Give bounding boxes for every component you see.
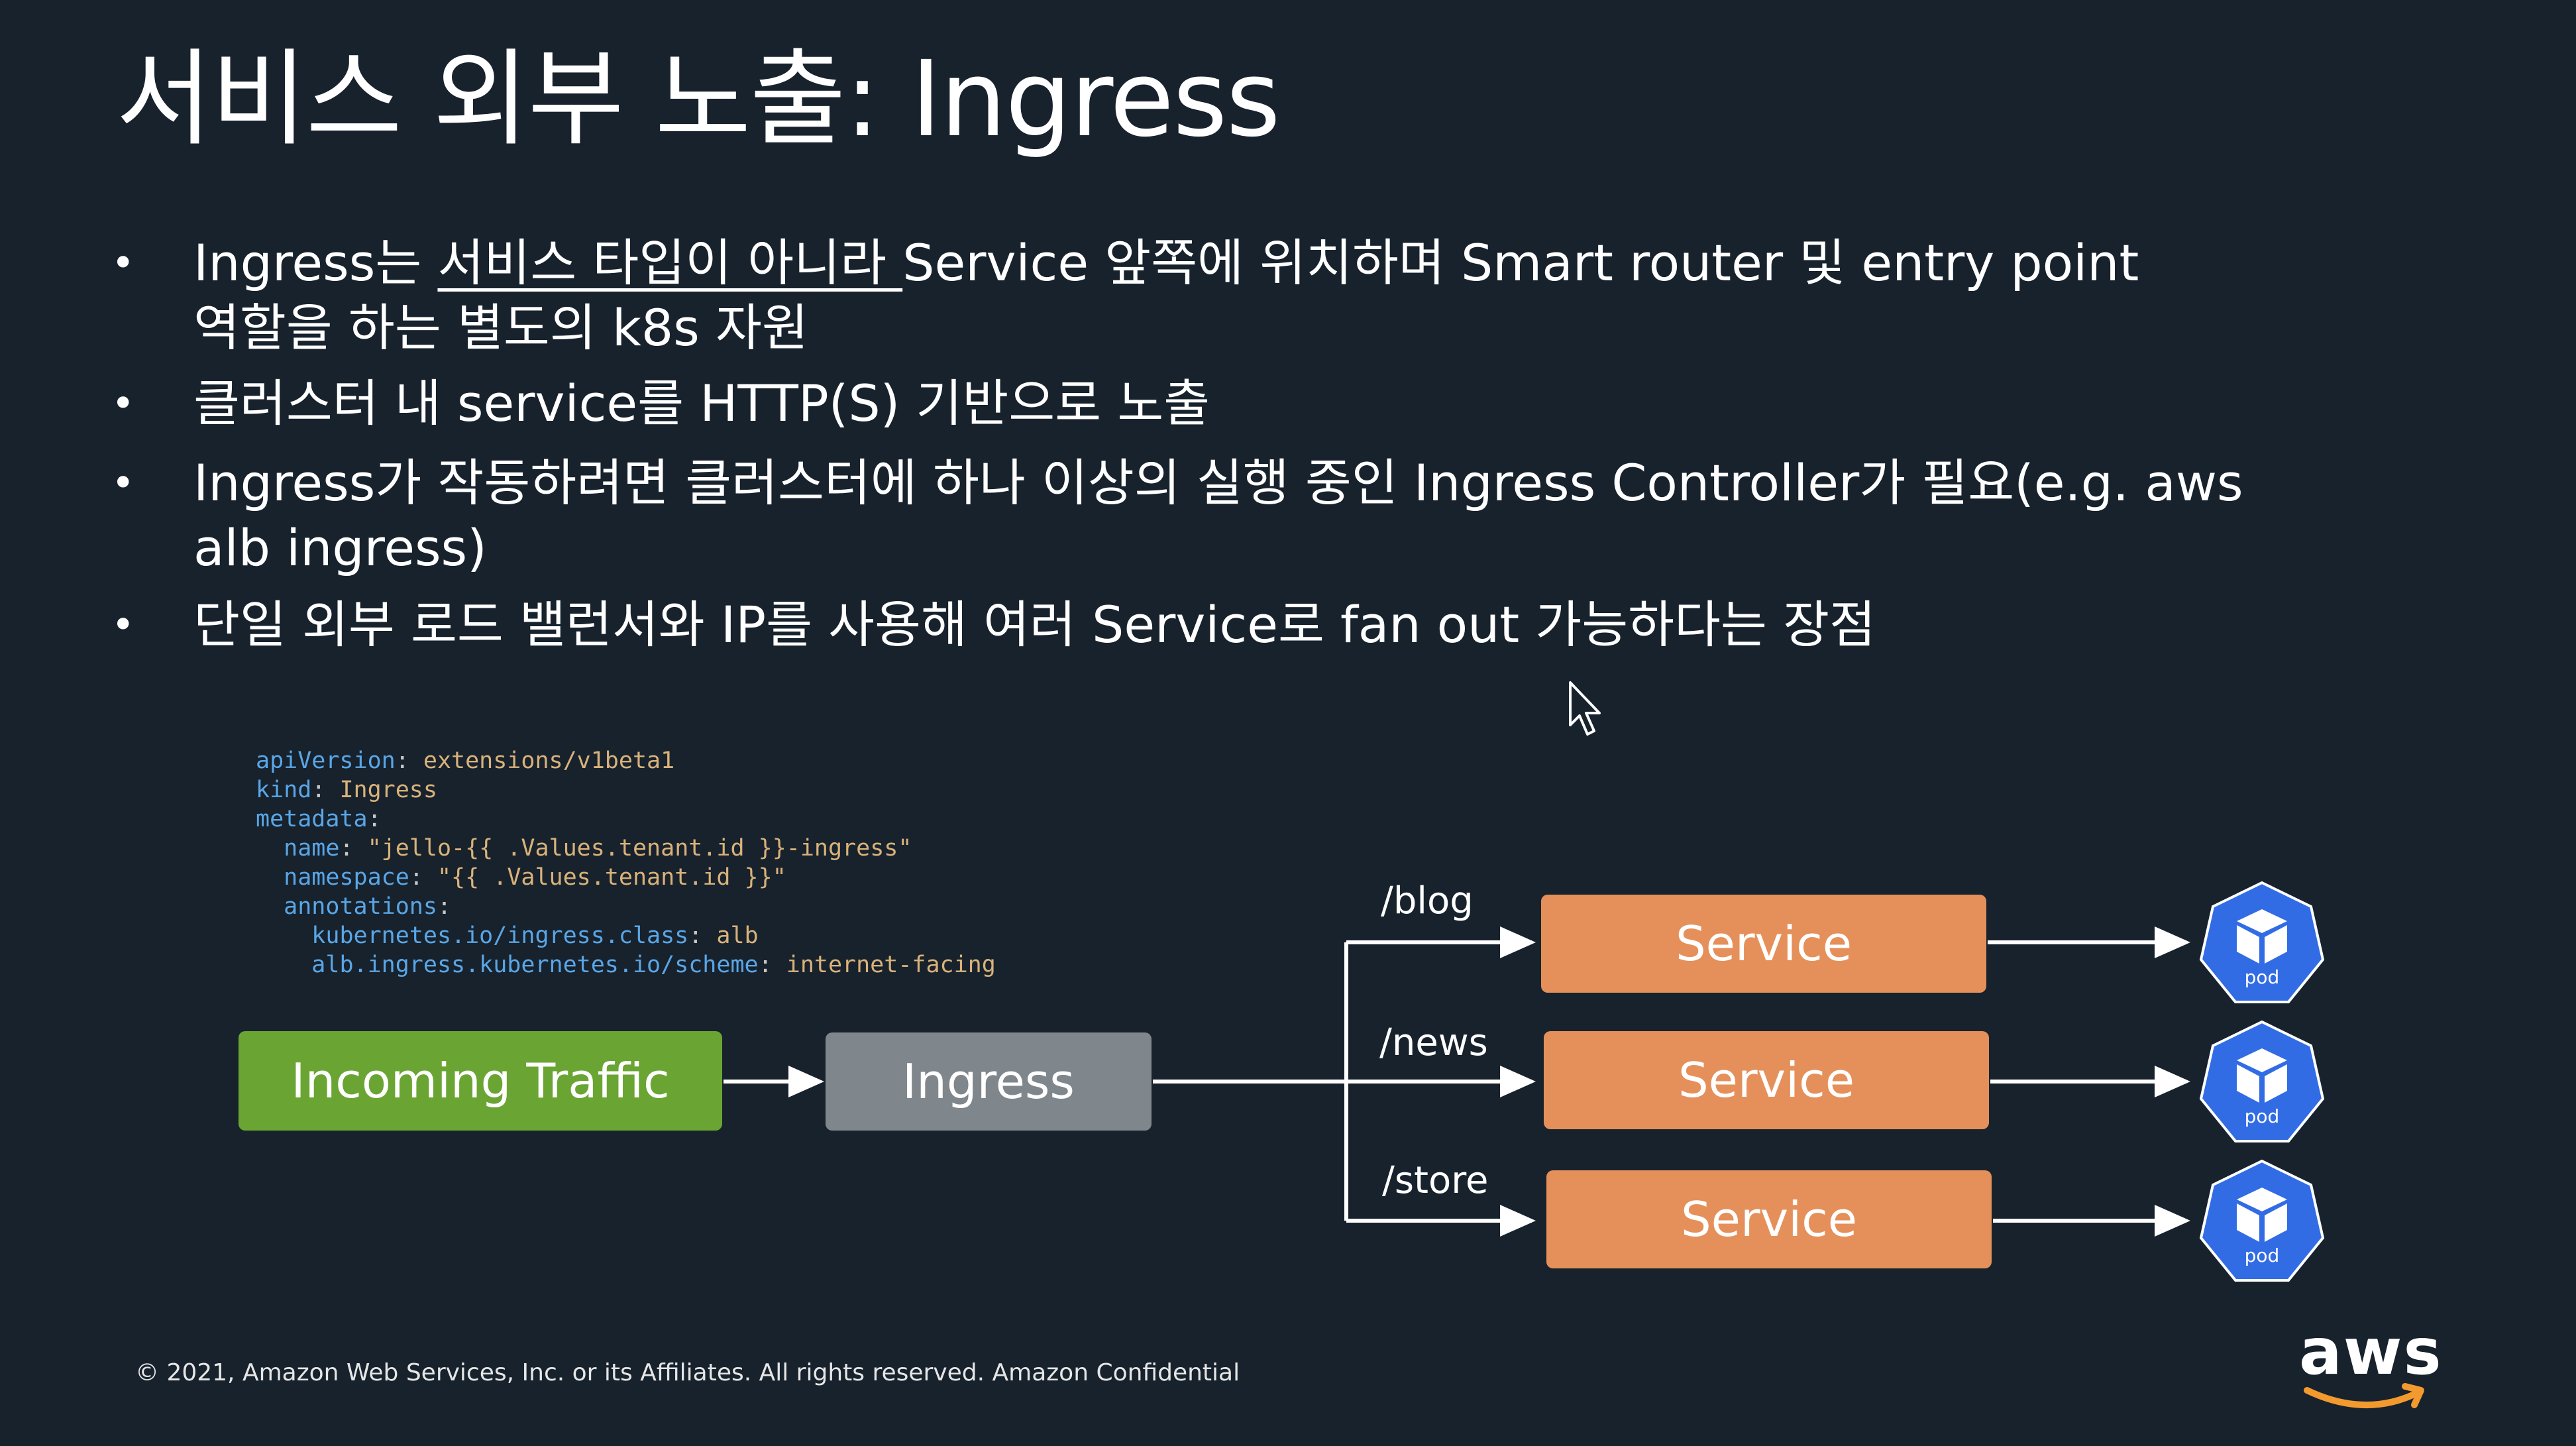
aws-logo-icon: aws bbox=[2299, 1319, 2442, 1418]
pod-label: pod bbox=[2244, 1105, 2280, 1127]
route-path-blog: /blog bbox=[1381, 879, 1474, 922]
service-box-blog: Service bbox=[1541, 895, 1986, 993]
ingress-fanout-diagram: Incoming Traffic Ingress /blog /news /st… bbox=[0, 0, 2576, 1446]
incoming-traffic-box: Incoming Traffic bbox=[239, 1031, 722, 1131]
diagram-connectors bbox=[724, 926, 2190, 1237]
copyright-footer: © 2021, Amazon Web Services, Inc. or its… bbox=[135, 1359, 1240, 1386]
kubernetes-pod-cube-icon: pod bbox=[2197, 1157, 2327, 1287]
route-path-store: /store bbox=[1382, 1159, 1489, 1202]
ingress-box: Ingress bbox=[826, 1032, 1152, 1131]
kubernetes-pod-cube-icon: pod bbox=[2197, 879, 2327, 1009]
kubernetes-pod-cube-icon: pod bbox=[2197, 1018, 2327, 1148]
service-box-news: Service bbox=[1544, 1031, 1989, 1129]
pod-label: pod bbox=[2244, 1245, 2280, 1266]
mouse-pointer-icon bbox=[1568, 680, 1607, 740]
service-box-store: Service bbox=[1546, 1170, 1992, 1268]
pod-label: pod bbox=[2244, 966, 2280, 988]
route-path-news: /news bbox=[1379, 1021, 1488, 1064]
